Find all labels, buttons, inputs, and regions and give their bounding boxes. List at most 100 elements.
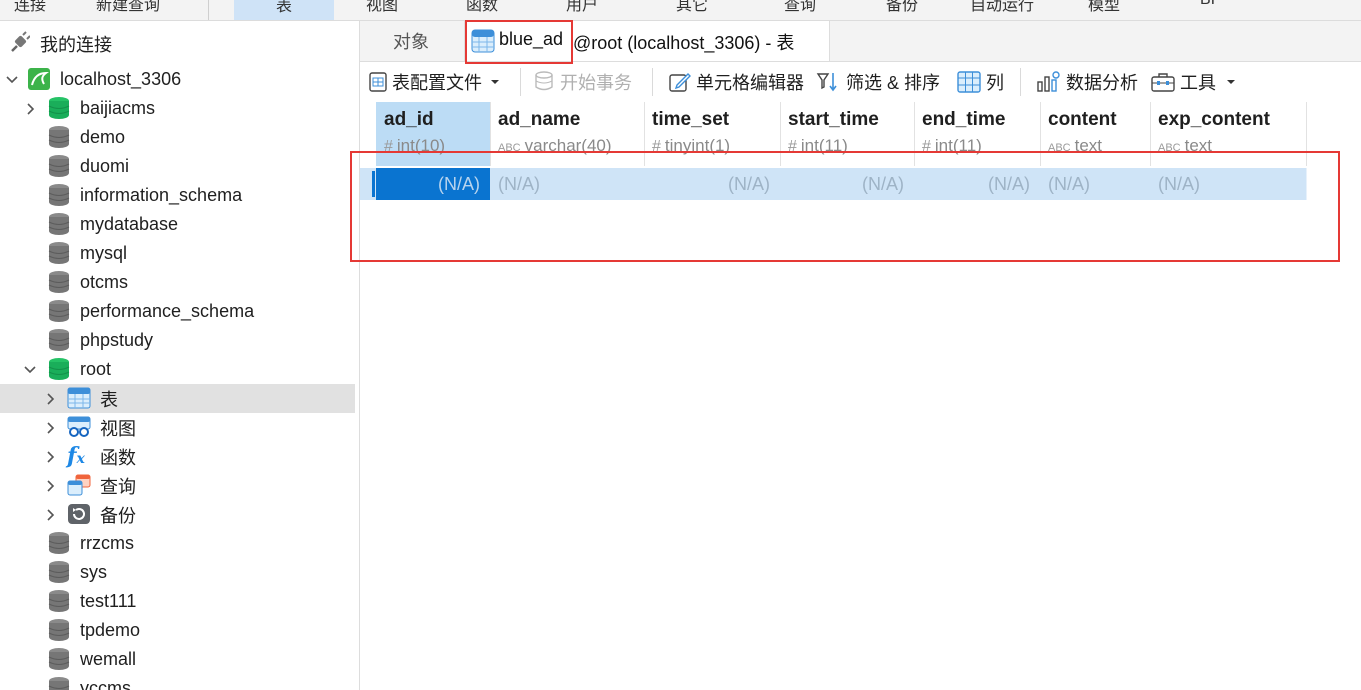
database-label: root (80, 359, 112, 379)
database-label: wemall (80, 649, 137, 669)
column-name: content (1048, 109, 1117, 130)
tree-item-queries[interactable]: 查询 (0, 471, 355, 500)
database-icon (48, 589, 70, 613)
highlight-box-tab (465, 20, 573, 64)
toolbar-divider (1020, 68, 1021, 96)
database-item-demo[interactable]: demo (0, 123, 355, 152)
menu-functions[interactable]: 函数 (466, 0, 498, 15)
database-item-mydatabase[interactable]: mydatabase (0, 210, 355, 239)
caret-down-icon (491, 80, 499, 84)
database-item-sys[interactable]: sys (0, 558, 355, 587)
database-label: demo (80, 127, 126, 147)
transaction-icon (535, 71, 553, 91)
database-label: baijiacms (80, 98, 156, 118)
database-label: mydatabase (80, 214, 179, 234)
filter-sort-button[interactable]: 筛选 & 排序 (816, 62, 940, 102)
menu-connect[interactable]: 连接 (14, 0, 46, 15)
menubar-divider (208, 0, 209, 20)
menu-model[interactable]: 模型 (1088, 0, 1120, 15)
database-label: mysql (80, 243, 128, 263)
chevron-right-icon[interactable] (46, 480, 56, 492)
menu-other[interactable]: 其它 (676, 0, 708, 15)
database-item-information-schema[interactable]: information_schema (0, 181, 355, 210)
tree-item-backups[interactable]: 备份 (0, 500, 355, 529)
database-label: information_schema (80, 185, 243, 205)
column-name: start_time (788, 109, 879, 130)
database-icon (48, 241, 70, 265)
highlight-box-row (350, 151, 1340, 262)
my-connections-header[interactable]: 我的连接 (0, 29, 355, 58)
menu-backup[interactable]: 备份 (886, 0, 918, 15)
menu-users[interactable]: 用户 (566, 0, 598, 15)
tab-table-context: @root (localhost_3306) - 表 (573, 33, 795, 53)
database-item-rrzcms[interactable]: rrzcms (0, 529, 355, 558)
database-icon (48, 647, 70, 671)
column-name: end_time (922, 109, 1006, 130)
chevron-right-icon[interactable] (46, 422, 56, 434)
database-item-phpstudy[interactable]: phpstudy (0, 326, 355, 355)
database-icon (48, 560, 70, 584)
column-name: ad_name (498, 109, 581, 130)
backup-icon (67, 503, 91, 527)
column-name: time_set (652, 109, 730, 130)
tree-item-functions[interactable]: fx 函数 (0, 442, 355, 471)
chevron-down-icon[interactable] (24, 365, 36, 375)
table-profile-button[interactable]: 表配置文件 (368, 62, 504, 102)
database-label: otcms (80, 272, 129, 292)
database-label: phpstudy (80, 330, 154, 350)
tools-label: 工具 (1180, 73, 1216, 93)
tools-button[interactable]: 工具 (1150, 62, 1240, 102)
menu-query[interactable]: 查询 (784, 0, 816, 15)
database-label: duomi (80, 156, 130, 176)
menu-new-query[interactable]: 新建查询 (96, 0, 160, 15)
tree-item-label: 视图 (100, 418, 136, 439)
database-item-baijiacms[interactable]: baijiacms (0, 94, 355, 123)
data-analysis-button[interactable]: 数据分析 (1036, 62, 1138, 102)
chevron-right-icon[interactable] (46, 509, 56, 521)
connection-tree: 我的连接 localhost_3306 baijiacms demo duomi… (0, 21, 360, 690)
chevron-right-icon[interactable] (26, 103, 36, 115)
database-item-wemall[interactable]: wemall (0, 645, 355, 674)
query-icon (67, 474, 91, 498)
database-item-otcms[interactable]: otcms (0, 268, 355, 297)
tree-item-views[interactable]: 视图 (0, 413, 355, 442)
database-label: yccms (80, 678, 131, 690)
chevron-right-icon[interactable] (46, 451, 56, 463)
tab-objects[interactable]: 对象 (360, 21, 462, 61)
database-item-duomi[interactable]: duomi (0, 152, 355, 181)
database-item-mysql[interactable]: mysql (0, 239, 355, 268)
columns-icon (957, 71, 981, 93)
database-item-test111[interactable]: test111 (0, 587, 355, 616)
connection-localhost[interactable]: localhost_3306 (0, 65, 355, 94)
tree-item-label: 表 (100, 389, 118, 410)
begin-transaction-button[interactable]: 开始事务 (534, 62, 632, 102)
cell-editor-label: 单元格编辑器 (696, 73, 804, 93)
menu-automation[interactable]: 自动运行 (970, 0, 1034, 15)
menu-tables[interactable]: 表 (234, 0, 334, 20)
database-icon (48, 618, 70, 642)
menu-views[interactable]: 视图 (366, 0, 398, 15)
menu-bi[interactable]: BI (1200, 0, 1215, 9)
toolbar-divider (520, 68, 521, 96)
database-icon (48, 328, 70, 352)
database-label: tpdemo (80, 620, 141, 640)
database-item-tpdemo[interactable]: tpdemo (0, 616, 355, 645)
chevron-down-icon[interactable] (6, 75, 18, 85)
database-icon (48, 125, 70, 149)
database-icon (48, 154, 70, 178)
database-item-root[interactable]: root (0, 355, 355, 384)
chevron-right-icon[interactable] (46, 393, 56, 405)
database-item-performance-schema[interactable]: performance_schema (0, 297, 355, 326)
mysql-connection-icon (27, 67, 50, 91)
database-icon (48, 212, 70, 236)
database-icon (48, 270, 70, 294)
tree-item-label: 函数 (100, 447, 136, 468)
cell-editor-button[interactable]: 单元格编辑器 (668, 62, 804, 102)
table-toolbar: 表配置文件 开始事务 单元格编辑器 筛选 & 排序 列 数据分析 工具 (360, 62, 1361, 102)
tree-item-tables[interactable]: 表 (0, 384, 355, 413)
columns-button[interactable]: 列 (956, 62, 1004, 102)
table-profile-icon (369, 72, 387, 92)
filter-sort-icon (816, 73, 837, 92)
database-icon (48, 183, 70, 207)
database-item-yccms[interactable]: yccms (0, 674, 355, 690)
